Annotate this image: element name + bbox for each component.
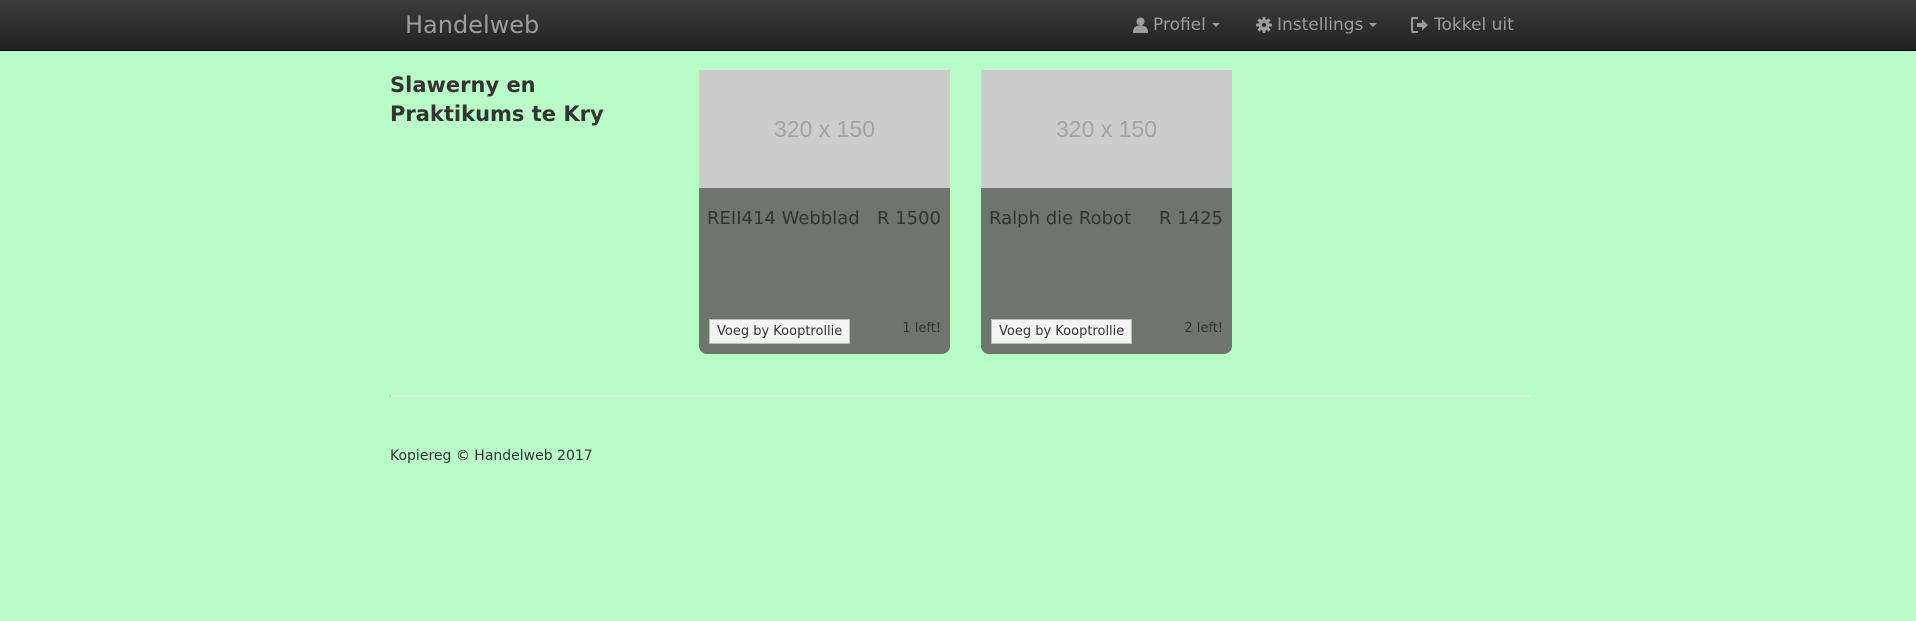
- log-out-icon: [1411, 17, 1428, 33]
- product-title: Ralph die Robot: [989, 208, 1132, 229]
- product-card: 320 x 150 Ralph die Robot R 1425 Voeg by…: [981, 70, 1232, 354]
- gear-icon: [1256, 17, 1272, 33]
- add-to-cart-button[interactable]: Voeg by Kooptrollie: [709, 319, 851, 344]
- stock-count: 1 left!: [902, 321, 941, 336]
- product-image-placeholder: 320 x 150: [699, 70, 950, 188]
- brand-link[interactable]: Handelweb: [405, 11, 539, 39]
- settings-label: Instellings: [1277, 15, 1364, 35]
- settings-dropdown[interactable]: Instellings: [1256, 15, 1378, 35]
- logout-link[interactable]: Tokkel uit: [1411, 15, 1514, 35]
- profile-label: Profiel: [1153, 15, 1206, 35]
- product-image-placeholder: 320 x 150: [981, 70, 1232, 188]
- chevron-down-icon: [1211, 23, 1220, 27]
- footer-divider: [390, 395, 1530, 397]
- chevron-down-icon: [1369, 23, 1378, 27]
- product-price: R 1425: [1158, 208, 1223, 229]
- add-to-cart-button[interactable]: Voeg by Kooptrollie: [991, 319, 1133, 344]
- stock-count: 2 left!: [1184, 321, 1223, 336]
- product-title: REII414 Webblad: [707, 208, 860, 229]
- sidebar-heading: Slawerny en Praktikums te Kry: [390, 73, 604, 126]
- footer-copyright: Kopiereg © Handelweb 2017: [390, 448, 593, 464]
- top-navbar: Handelweb Profiel Instellings Tokkel uit: [0, 0, 1916, 51]
- product-card: 320 x 150 REII414 Webblad R 1500 Voeg by…: [699, 70, 950, 354]
- product-price: R 1500: [876, 208, 941, 229]
- logout-label: Tokkel uit: [1434, 15, 1514, 35]
- user-icon: [1133, 17, 1148, 33]
- profile-dropdown[interactable]: Profiel: [1133, 15, 1220, 35]
